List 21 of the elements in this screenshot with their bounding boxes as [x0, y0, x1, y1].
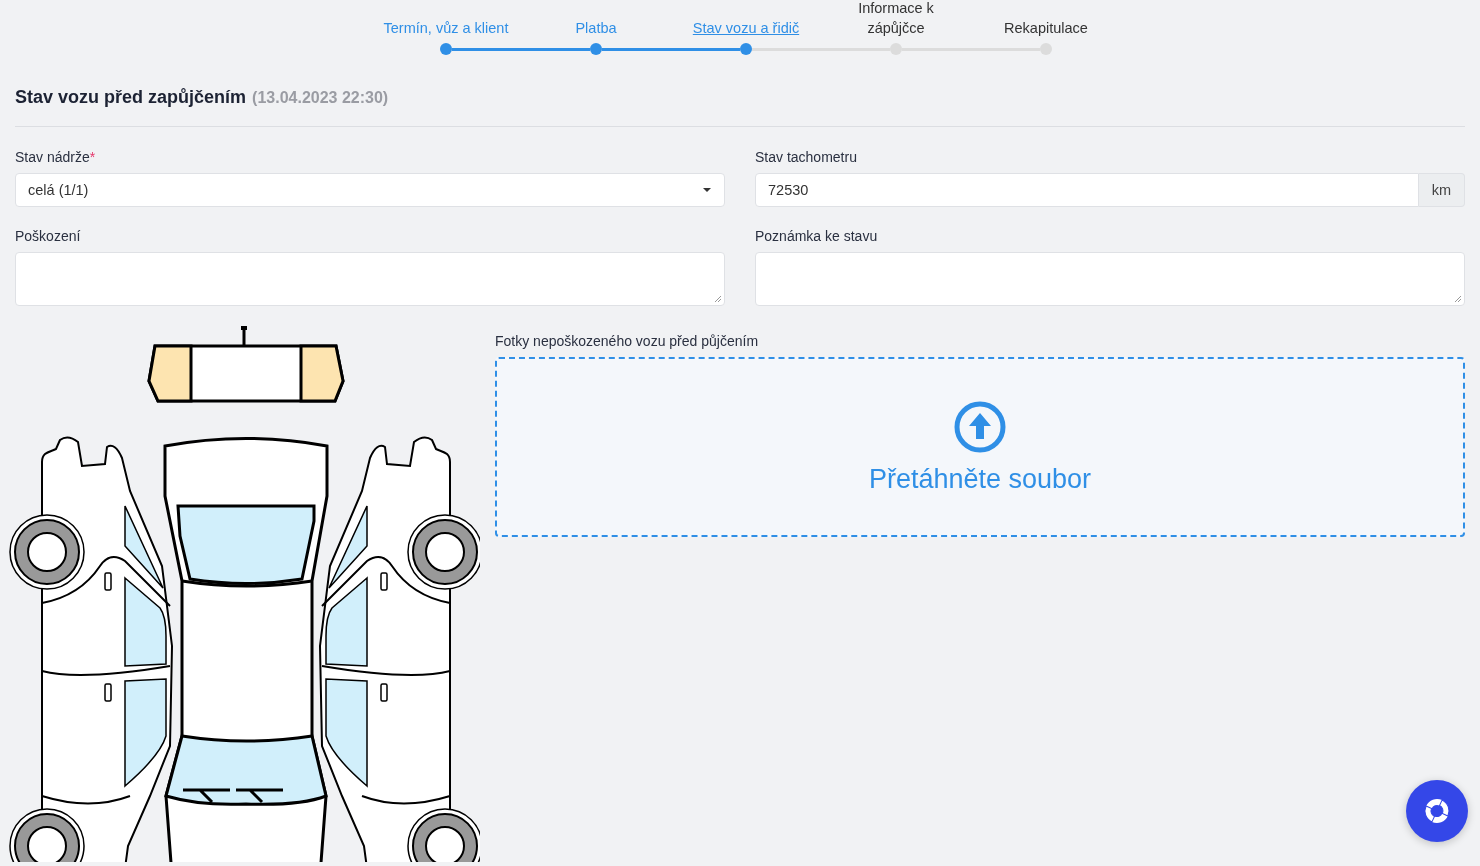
- textarea-field[interactable]: [15, 252, 725, 306]
- section-title: Stav vozu před zapůjčením: [15, 86, 247, 109]
- field-label: Stav tachometru: [755, 148, 857, 166]
- resize-grip-icon[interactable]: [714, 295, 722, 303]
- resize-grip-icon[interactable]: [1454, 295, 1462, 303]
- field-label: Stav nádrže: [15, 148, 90, 166]
- unit-addon: km: [1418, 173, 1465, 207]
- caret-icon: [702, 187, 712, 193]
- upload-icon: [954, 401, 1006, 453]
- fuel-select[interactable]: celá (1/1): [15, 173, 725, 207]
- textarea-field[interactable]: [755, 252, 1465, 306]
- timestamp: (13.04.2023 22:30): [252, 88, 389, 108]
- step-link[interactable]: Informace k zápůjčce: [828, 0, 964, 38]
- help-button[interactable]: [1406, 780, 1468, 842]
- odometer-field[interactable]: 72530: [755, 173, 1419, 207]
- photos-label: Fotky nepoškozeného vozu před půjčením: [495, 332, 759, 350]
- required-mark: *: [89, 148, 96, 166]
- lifebuoy-icon: [1422, 796, 1452, 826]
- field-label: Poznámka ke stavu: [755, 227, 878, 245]
- step-link[interactable]: Rekapitulace: [1004, 18, 1088, 38]
- field-label: Poškození: [15, 227, 81, 245]
